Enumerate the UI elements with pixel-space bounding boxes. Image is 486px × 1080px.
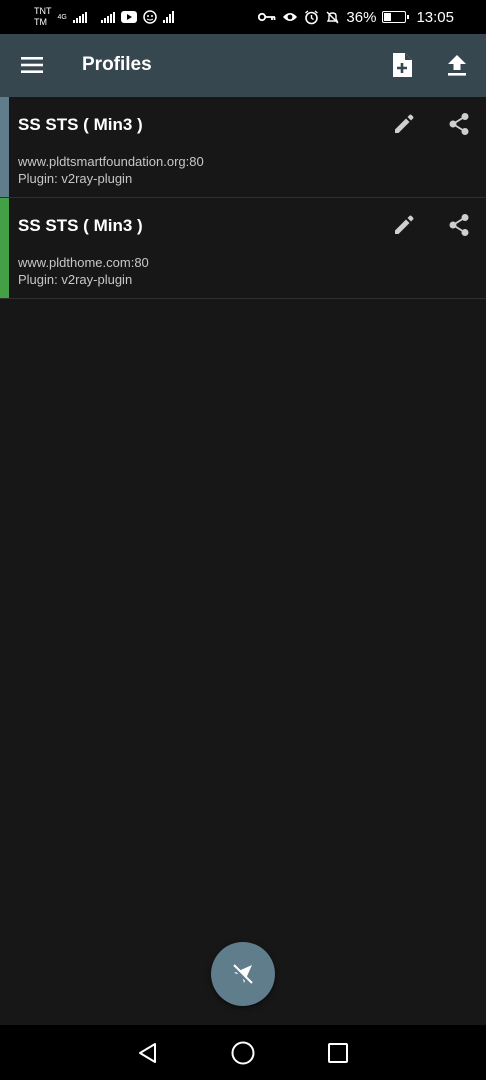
network-type: 4G: [57, 14, 67, 21]
carrier-bottom: TM: [34, 17, 47, 27]
edit-icon: [395, 114, 414, 133]
nav-home-button[interactable]: [223, 1033, 263, 1073]
navigation-bar: [0, 1025, 486, 1080]
import-button[interactable]: [439, 47, 475, 83]
key-icon: [258, 12, 276, 22]
eye-icon: [283, 13, 298, 21]
carrier-top: TNT: [34, 6, 52, 16]
battery-percent: 36%: [346, 8, 377, 26]
profile-item[interactable]: SS STS ( Min3 ) www.pldtsmartfoundation.…: [0, 97, 486, 198]
youtube-icon: [120, 11, 137, 23]
nav-back-button[interactable]: [128, 1033, 168, 1073]
status-left: TNT TM 4G: [34, 6, 174, 28]
profile-name: SS STS ( Min3 ): [18, 216, 143, 235]
app-bar: Profiles: [0, 34, 486, 97]
profile-host: www.pldtsmartfoundation.org:80: [18, 154, 204, 169]
profile-item[interactable]: SS STS ( Min3 ) www.pldthome.com:80 Plug…: [0, 198, 486, 299]
profile-indicator: [0, 198, 9, 298]
battery-icon: [382, 11, 410, 23]
edit-button[interactable]: [388, 209, 420, 241]
signal-icon: [100, 11, 115, 23]
signal-icon: [72, 11, 87, 23]
wifi-signal-icon: [162, 11, 174, 23]
share-button[interactable]: [443, 108, 475, 140]
share-icon: [449, 113, 469, 135]
status-bar: TNT TM 4G 36% 13:05: [0, 0, 486, 34]
profile-name: SS STS ( Min3 ): [18, 115, 143, 134]
nav-recents-button[interactable]: [318, 1033, 358, 1073]
clock: 13:05: [416, 8, 454, 26]
menu-icon: [21, 57, 43, 73]
battery-fill: [384, 13, 392, 21]
airplane-off-icon: [231, 964, 253, 986]
menu-button[interactable]: [14, 47, 50, 83]
add-file-icon: [393, 53, 412, 77]
profile-plugin: Plugin: v2ray-plugin: [18, 171, 133, 186]
profile-indicator: [0, 97, 9, 197]
screen: TNT TM 4G 36% 13:05 Profiles SS STS (Mi…: [0, 0, 486, 1080]
alarm-icon: [305, 9, 319, 24]
edit-icon: [395, 215, 414, 234]
recents-square-icon: [328, 1042, 349, 1063]
status-right: 36% 13:05: [258, 9, 454, 26]
share-icon: [449, 214, 469, 236]
profile-list: SS STS ( Min3 ) www.pldtsmartfoundation.…: [0, 97, 486, 299]
connect-fab[interactable]: [211, 942, 275, 1006]
upload-icon: [448, 55, 466, 76]
profile-plugin: Plugin: v2ray-plugin: [18, 272, 133, 287]
back-triangle-icon: [138, 1042, 156, 1063]
share-button[interactable]: [443, 209, 475, 241]
carrier-label: TNT TM: [34, 6, 52, 28]
page-title: Profiles: [82, 54, 152, 75]
mute-bell-icon: [326, 11, 339, 23]
app-notification-icon: [143, 10, 157, 24]
add-profile-button[interactable]: [384, 47, 420, 83]
profile-host: www.pldthome.com:80: [18, 255, 149, 270]
home-circle-icon: [231, 1041, 255, 1064]
edit-button[interactable]: [388, 108, 420, 140]
